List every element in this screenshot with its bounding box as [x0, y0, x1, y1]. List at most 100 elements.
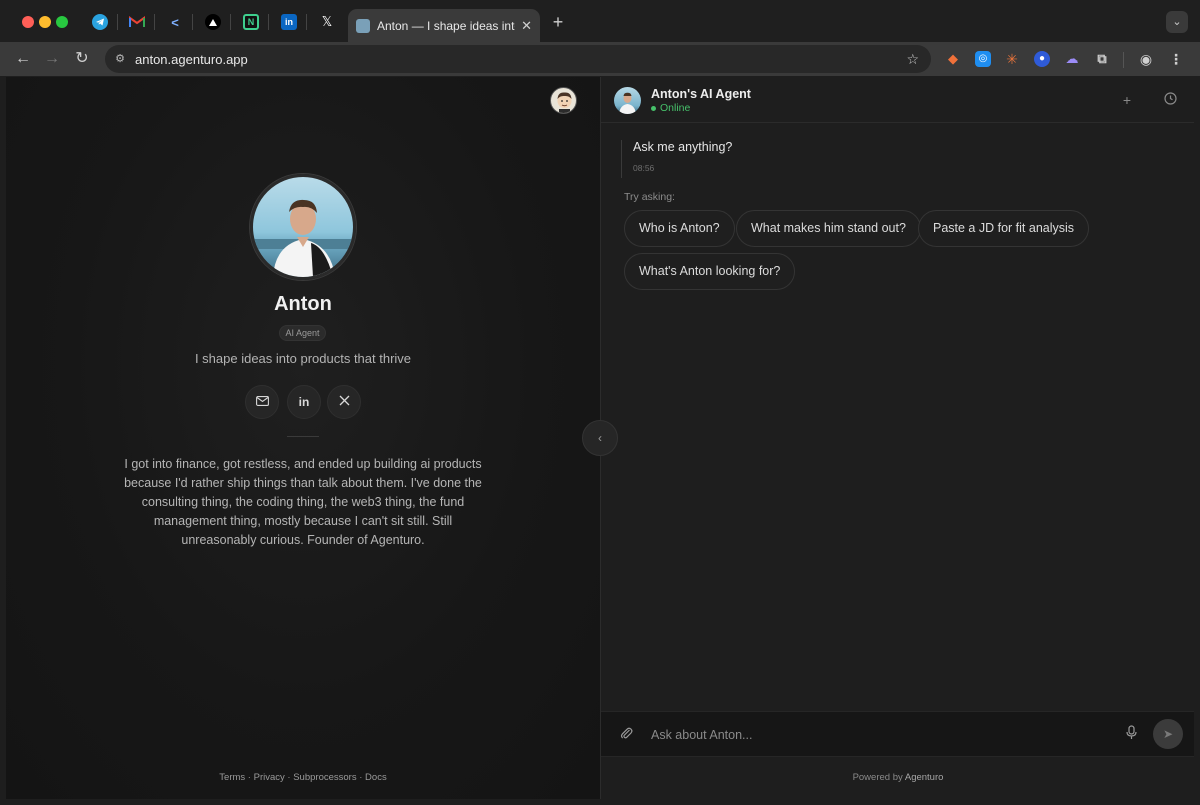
profile-panel: Anton AI Agent I shape ideas into produc…	[6, 77, 600, 799]
arrow-left-icon: ←	[15, 50, 31, 67]
vercel-icon	[205, 14, 221, 30]
suggestion-chip[interactable]: What's Anton looking for?	[624, 253, 796, 290]
profile-name: Anton	[274, 293, 332, 315]
agent-status: Online	[651, 102, 690, 114]
tab-separator	[154, 14, 155, 30]
footer-separator: ·	[359, 772, 363, 783]
x-button[interactable]	[327, 385, 361, 419]
privacy-link[interactable]: Privacy	[254, 772, 285, 783]
footer-separator: ·	[247, 772, 251, 783]
pinned-tab-notion[interactable]: N	[236, 8, 266, 36]
share-icon: <	[171, 14, 179, 30]
pinned-tab-gmail[interactable]	[122, 8, 152, 36]
reload-icon: ↻	[75, 50, 89, 67]
tab-separator	[117, 14, 118, 30]
tab-title: Anton — I shape ideas into pr	[377, 18, 515, 33]
suggestion-chip[interactable]: Who is Anton?	[624, 210, 735, 247]
footer-links: Terms · Privacy · Subprocessors · Docs	[6, 772, 600, 783]
browser-toolbar: ← → ↻ ⚙ anton.agenturo.app ☆ ◆ ◎ ✳ ● ☁ ⧉…	[0, 42, 1200, 76]
suggestion-chip[interactable]: Paste a JD for fit analysis	[918, 210, 1090, 247]
profile-tagline: I shape ideas into products that thrive	[194, 351, 412, 366]
arrow-right-icon: →	[44, 50, 60, 67]
send-button[interactable]: ➤	[1153, 719, 1183, 749]
powered-by-brand[interactable]: Agenturo	[905, 772, 944, 783]
microphone-button[interactable]	[1126, 725, 1137, 743]
extension-icon[interactable]: ◎	[975, 51, 991, 67]
metamask-extension-icon[interactable]: ◆	[945, 51, 961, 67]
forward-button[interactable]: →	[40, 47, 64, 71]
profile-photo	[250, 174, 356, 280]
chevron-down-icon: ⌄	[1172, 16, 1182, 28]
more-menu-icon[interactable]: ⋮	[1168, 51, 1184, 67]
telegram-icon	[92, 14, 108, 30]
linkedin-icon: in	[298, 395, 310, 409]
chat-header: Anton's AI Agent Online +	[601, 77, 1194, 123]
pinned-tab-telegram[interactable]	[85, 8, 115, 36]
browser-tab-bar: < N in 𝕏 Anton — I shape ideas into pr ✕…	[0, 0, 1200, 42]
powered-by-prefix: Powered by	[852, 772, 903, 783]
back-button[interactable]: ←	[11, 47, 35, 71]
site-settings-icon[interactable]: ⚙	[113, 52, 127, 66]
docs-link[interactable]: Docs	[365, 772, 387, 783]
pinned-tab-linkedin[interactable]: in	[274, 8, 304, 36]
email-button[interactable]	[245, 385, 279, 419]
ai-agent-badge: AI Agent	[279, 325, 326, 341]
x-icon	[339, 395, 350, 409]
plus-icon: +	[1122, 92, 1132, 108]
pinned-tab-x[interactable]: 𝕏	[312, 8, 342, 36]
tab-favicon	[356, 18, 370, 33]
window-minimize-button[interactable]	[39, 16, 51, 28]
clock-icon	[1163, 92, 1177, 108]
linkedin-icon: in	[281, 14, 297, 30]
gmail-icon	[129, 14, 145, 30]
powered-by: Powered by Agenturo	[601, 772, 1194, 783]
x-logo-icon: 𝕏	[321, 14, 333, 29]
chat-panel: Anton's AI Agent Online + Ask me anythin…	[600, 77, 1194, 799]
bookmark-star-icon[interactable]: ☆	[906, 51, 919, 68]
active-tab[interactable]: Anton — I shape ideas into pr ✕	[348, 9, 540, 42]
send-icon: ➤	[1162, 727, 1174, 741]
terms-link[interactable]: Terms	[219, 772, 245, 783]
new-chat-button[interactable]: +	[1118, 91, 1136, 109]
agent-message: Ask me anything? 08:56	[621, 140, 732, 178]
agent-avatar	[614, 87, 641, 114]
tab-separator	[230, 14, 231, 30]
agent-name: Anton's AI Agent	[651, 87, 751, 101]
profile-icon[interactable]: ◉	[1138, 51, 1154, 67]
n-logo-icon: N	[243, 14, 259, 30]
window-zoom-button[interactable]	[56, 16, 68, 28]
url-text[interactable]: anton.agenturo.app	[135, 52, 248, 67]
puzzle-extensions-icon[interactable]: ⧉	[1094, 51, 1110, 67]
pinned-tab-app[interactable]: <	[160, 8, 190, 36]
new-tab-button[interactable]: +	[548, 12, 568, 32]
attach-button[interactable]	[620, 725, 633, 744]
profile-bio: I got into finance, got restless, and en…	[124, 457, 482, 547]
microphone-icon	[1126, 725, 1137, 739]
circle-extension-icon[interactable]: ●	[1034, 51, 1050, 67]
tab-separator	[192, 14, 193, 30]
subprocessors-link[interactable]: Subprocessors	[293, 772, 356, 783]
tab-separator	[306, 14, 307, 30]
history-button[interactable]	[1161, 91, 1179, 109]
address-bar[interactable]: ⚙ anton.agenturo.app ☆	[105, 45, 931, 73]
email-icon	[255, 395, 269, 409]
window-close-button[interactable]	[22, 16, 34, 28]
chevron-left-icon: ‹	[598, 431, 602, 445]
tab-separator	[268, 14, 269, 30]
tab-search-button[interactable]: ⌄	[1166, 11, 1188, 33]
online-dot-icon	[651, 105, 656, 111]
paperclip-icon	[620, 727, 633, 739]
tab-close-icon[interactable]: ✕	[521, 18, 532, 34]
ghost-extension-icon[interactable]: ☁	[1064, 51, 1080, 67]
cartoon-avatar[interactable]	[550, 87, 577, 114]
collapse-panel-button[interactable]: ‹	[582, 420, 618, 456]
chat-input-bar: ➤	[601, 711, 1194, 757]
asterisk-extension-icon[interactable]: ✳	[1004, 51, 1020, 67]
chat-message-input[interactable]	[651, 722, 1111, 748]
section-divider	[287, 436, 319, 437]
status-text: Online	[660, 102, 691, 114]
suggestion-chip[interactable]: What makes him stand out?	[736, 210, 921, 247]
reload-button[interactable]: ↻	[70, 47, 94, 71]
linkedin-button[interactable]: in	[287, 385, 321, 419]
pinned-tab-vercel[interactable]	[198, 8, 228, 36]
